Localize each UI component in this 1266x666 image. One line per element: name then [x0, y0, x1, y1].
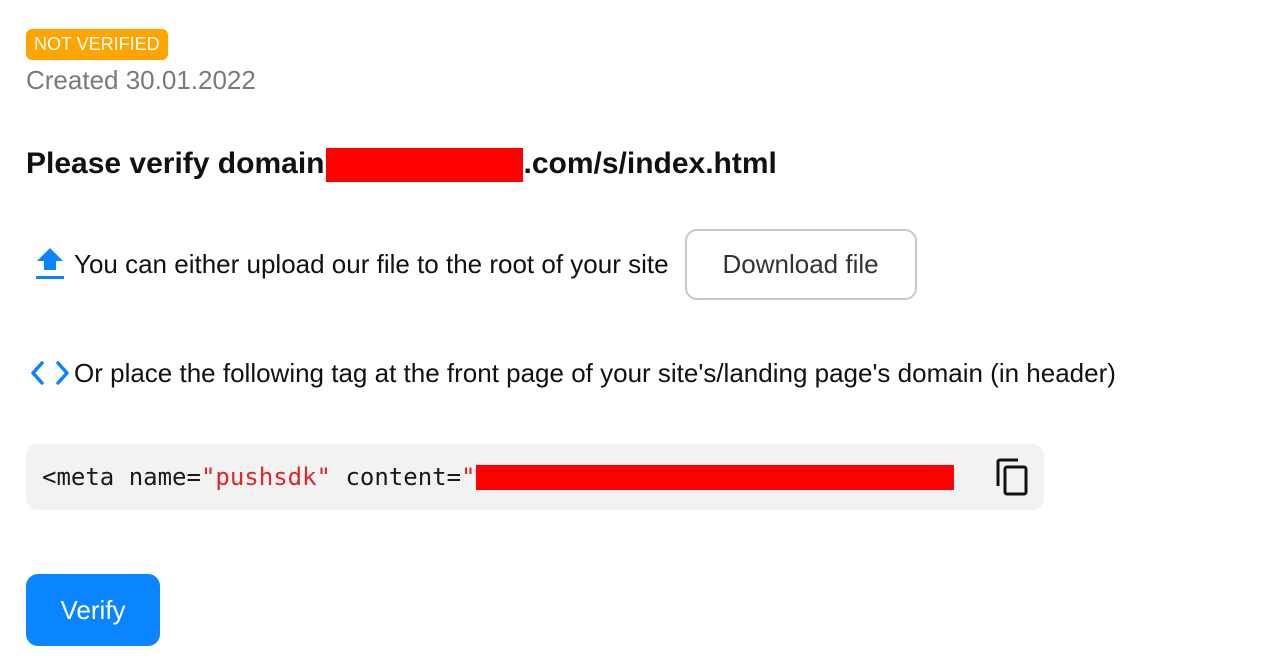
meta-tag-snippet[interactable]: <meta name= "pushsdk" content= "	[26, 444, 1044, 510]
copy-icon[interactable]	[992, 456, 1032, 498]
code-attr-name: name=	[128, 463, 201, 491]
code-brackets-icon	[27, 359, 73, 387]
redacted-content-value	[475, 464, 954, 490]
status-badge: NOT VERIFIED	[26, 29, 168, 60]
code-content-quote: "	[461, 463, 476, 491]
verify-button[interactable]: Verify	[26, 574, 160, 646]
upload-option-text: You can either upload our file to the ro…	[74, 248, 669, 279]
upload-arrow-icon	[34, 246, 66, 282]
code-tag-open: <meta	[42, 463, 115, 491]
download-file-button[interactable]: Download file	[684, 228, 917, 300]
redacted-domain	[326, 148, 524, 182]
tag-option-row: Or place the following tag at the front …	[27, 352, 1116, 394]
created-date: Created 30.01.2022	[26, 65, 256, 95]
code-name-value: "pushsdk"	[200, 463, 331, 491]
code-attr-content: content=	[345, 463, 462, 491]
page-title: Please verify domain .com/s/index.html	[26, 144, 777, 184]
domain-verification-page: NOT VERIFIED Created 30.01.2022 Please v…	[0, 0, 1266, 666]
upload-option-row: You can either upload our file to the ro…	[34, 228, 917, 300]
tag-option-text: Or place the following tag at the front …	[74, 357, 1116, 388]
page-title-suffix: .com/s/index.html	[523, 147, 777, 180]
page-title-prefix: Please verify domain	[26, 147, 325, 180]
